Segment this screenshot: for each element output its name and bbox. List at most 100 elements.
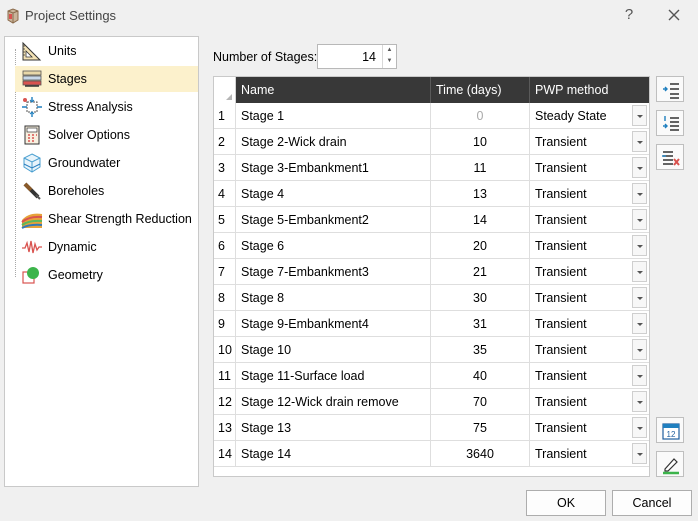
ok-button[interactable]: OK [526,490,606,516]
table-row[interactable]: 9 Stage 9-Embankment4 31 Transient [214,311,649,337]
tree-item-groundwater[interactable]: Groundwater [13,150,198,176]
pwp-method-select[interactable]: Transient [530,129,649,155]
stage-time-cell[interactable]: 10 [431,129,530,155]
table-row[interactable]: 5 Stage 5-Embankment2 14 Transient [214,207,649,233]
pwp-method-select[interactable]: Transient [530,337,649,363]
table-row[interactable]: 2 Stage 2-Wick drain 10 Transient [214,129,649,155]
number-of-stages-spinner[interactable]: 14 ▲ ▼ [317,44,397,69]
row-number[interactable]: 4 [214,181,236,207]
row-number[interactable]: 3 [214,155,236,181]
stage-name-cell[interactable]: Stage 13 [236,415,431,441]
pwp-method-select[interactable]: Transient [530,233,649,259]
stage-time-cell[interactable]: 75 [431,415,530,441]
tree-item-shear-strength-reduction[interactable]: Shear Strength Reduction [13,206,198,232]
row-number[interactable]: 12 [214,389,236,415]
row-number[interactable]: 6 [214,233,236,259]
row-number[interactable]: 13 [214,415,236,441]
spin-up-icon[interactable]: ▲ [383,45,396,56]
chevron-down-icon[interactable] [632,209,647,230]
column-header-pwp[interactable]: PWP method [530,77,649,103]
stage-name-cell[interactable]: Stage 9-Embankment4 [236,311,431,337]
stage-name-cell[interactable]: Stage 10 [236,337,431,363]
close-button[interactable] [664,5,684,25]
delete-stage-button[interactable] [656,144,684,170]
pwp-method-select[interactable]: Transient [530,207,649,233]
chevron-down-icon[interactable] [632,417,647,438]
stage-time-cell[interactable]: 21 [431,259,530,285]
chevron-down-icon[interactable] [632,235,647,256]
help-button[interactable]: ? [619,5,639,25]
table-row[interactable]: 10 Stage 10 35 Transient [214,337,649,363]
table-row[interactable]: 14 Stage 14 3640 Transient [214,441,649,467]
stage-time-cell[interactable]: 40 [431,363,530,389]
table-row[interactable]: 13 Stage 13 75 Transient [214,415,649,441]
table-row[interactable]: 1 Stage 1 0 Steady State [214,103,649,129]
chevron-down-icon[interactable] [632,365,647,386]
pwp-method-select[interactable]: Steady State [530,103,649,129]
table-row[interactable]: 7 Stage 7-Embankment3 21 Transient [214,259,649,285]
tree-item-geometry[interactable]: Geometry [13,262,198,288]
stage-name-cell[interactable]: Stage 8 [236,285,431,311]
row-number[interactable]: 2 [214,129,236,155]
cancel-button[interactable]: Cancel [612,490,692,516]
stage-time-cell[interactable]: 35 [431,337,530,363]
table-row[interactable]: 12 Stage 12-Wick drain remove 70 Transient [214,389,649,415]
tree-item-units[interactable]: Units [13,38,198,64]
stage-time-cell[interactable]: 20 [431,233,530,259]
spin-down-icon[interactable]: ▼ [383,56,396,67]
table-row[interactable]: 3 Stage 3-Embankment1 11 Transient [214,155,649,181]
row-number[interactable]: 11 [214,363,236,389]
table-row[interactable]: 4 Stage 4 13 Transient [214,181,649,207]
row-number[interactable]: 5 [214,207,236,233]
stage-name-cell[interactable]: Stage 4 [236,181,431,207]
row-number[interactable]: 7 [214,259,236,285]
chevron-down-icon[interactable] [632,287,647,308]
chevron-down-icon[interactable] [632,183,647,204]
row-number[interactable]: 1 [214,103,236,129]
stage-time-cell[interactable]: 30 [431,285,530,311]
row-number[interactable]: 8 [214,285,236,311]
stage-name-cell[interactable]: Stage 11-Surface load [236,363,431,389]
chevron-down-icon[interactable] [632,261,647,282]
tree-item-boreholes[interactable]: Boreholes [13,178,198,204]
stage-name-cell[interactable]: Stage 6 [236,233,431,259]
column-header-time[interactable]: Time (days) [431,77,530,103]
edit-button[interactable] [656,451,684,477]
stage-time-cell[interactable]: 70 [431,389,530,415]
stage-time-cell[interactable]: 3640 [431,441,530,467]
table-corner[interactable] [214,77,236,103]
stage-name-cell[interactable]: Stage 1 [236,103,431,129]
chevron-down-icon[interactable] [632,131,647,152]
pwp-method-select[interactable]: Transient [530,415,649,441]
stage-time-cell[interactable]: 31 [431,311,530,337]
stage-name-cell[interactable]: Stage 14 [236,441,431,467]
pwp-method-select[interactable]: Transient [530,389,649,415]
row-number[interactable]: 14 [214,441,236,467]
pwp-method-select[interactable]: Transient [530,311,649,337]
chevron-down-icon[interactable] [632,313,647,334]
tree-item-solver-options[interactable]: Solver Options [13,122,198,148]
chevron-down-icon[interactable] [632,391,647,412]
calendar-button[interactable]: 12 [656,417,684,443]
tree-item-dynamic[interactable]: Dynamic [13,234,198,260]
pwp-method-select[interactable]: Transient [530,181,649,207]
stage-time-cell[interactable]: 14 [431,207,530,233]
row-number[interactable]: 10 [214,337,236,363]
column-header-name[interactable]: Name [236,77,431,103]
tree-item-stress-analysis[interactable]: Stress Analysis [13,94,198,120]
chevron-down-icon[interactable] [632,339,647,360]
chevron-down-icon[interactable] [632,443,647,464]
chevron-down-icon[interactable] [632,105,647,126]
pwp-method-select[interactable]: Transient [530,155,649,181]
table-row[interactable]: 6 Stage 6 20 Transient [214,233,649,259]
insert-stage-button[interactable] [656,76,684,102]
pwp-method-select[interactable]: Transient [530,285,649,311]
pwp-method-select[interactable]: Transient [530,259,649,285]
stage-time-cell[interactable]: 11 [431,155,530,181]
add-stage-button[interactable] [656,110,684,136]
table-row[interactable]: 8 Stage 8 30 Transient [214,285,649,311]
table-row[interactable]: 11 Stage 11-Surface load 40 Transient [214,363,649,389]
row-number[interactable]: 9 [214,311,236,337]
pwp-method-select[interactable]: Transient [530,441,649,467]
pwp-method-select[interactable]: Transient [530,363,649,389]
